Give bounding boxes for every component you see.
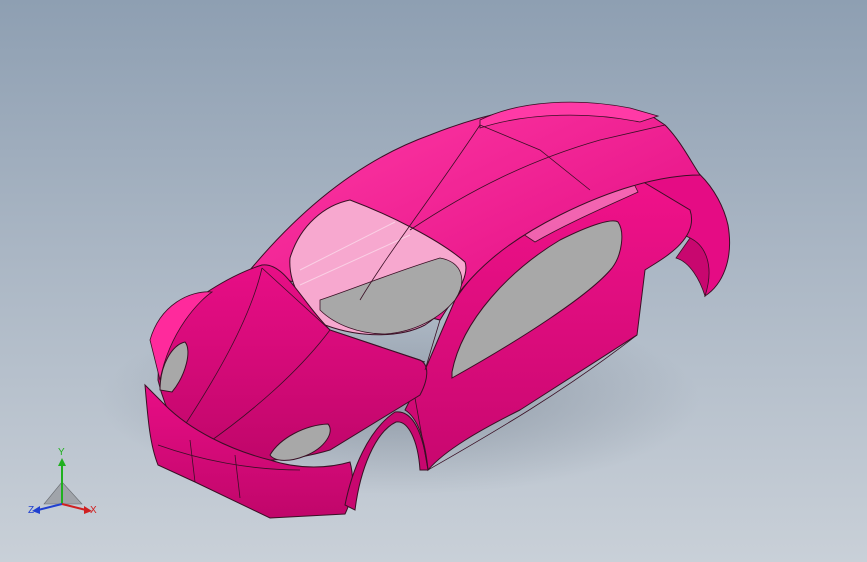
car-body-model[interactable]: [0, 0, 867, 562]
graphics-viewport[interactable]: Y Z X: [0, 0, 867, 562]
view-orientation-triad[interactable]: Y Z X: [24, 448, 104, 524]
y-axis-arrow-icon: [58, 458, 66, 466]
z-axis-label: Z: [28, 505, 35, 516]
y-axis-label: Y: [58, 447, 65, 458]
z-axis-icon: [37, 503, 63, 511]
x-axis-icon: [61, 503, 87, 511]
x-axis-label: X: [90, 505, 97, 516]
